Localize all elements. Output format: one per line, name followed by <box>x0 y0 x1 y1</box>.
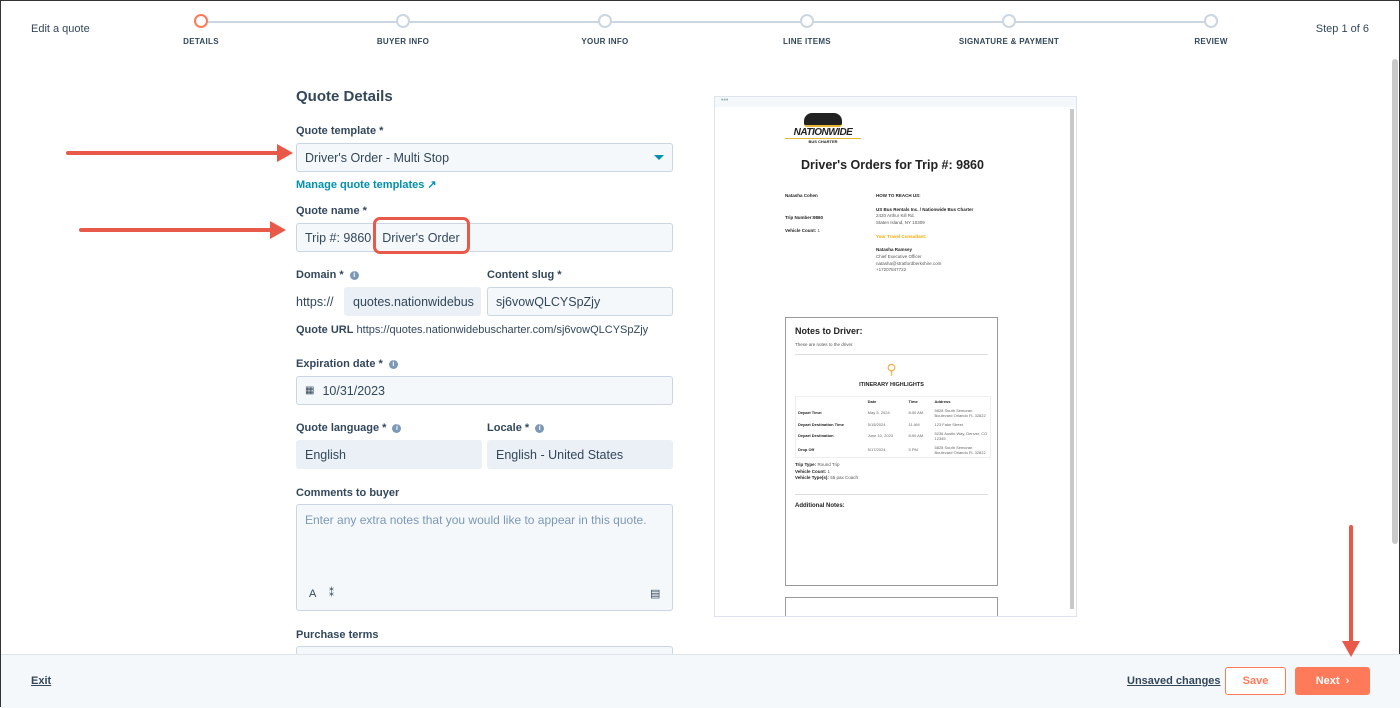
manage-templates-link[interactable]: Manage quote templates ↗ <box>296 178 437 191</box>
next-label: Next <box>1315 675 1340 687</box>
step-dot-icon <box>1002 14 1016 28</box>
table-row: Drop Off 5/17/2024 5 PM 5828 South Semoran … <box>798 444 986 455</box>
table-row: Depart Destination Time 5/15/2024 11 AM 123… <box>798 421 963 427</box>
section-heading: Quote Details <box>296 88 393 105</box>
step-label: REVIEW <box>1194 37 1228 46</box>
notes-heading: Notes to Driver: <box>795 326 863 336</box>
annotation-arrow <box>1349 525 1353 643</box>
step-review[interactable]: REVIEW <box>1141 14 1281 46</box>
quote-name-input[interactable]: Trip #: 9860 Driver's Order <box>296 223 673 252</box>
step-dot-icon <box>1204 14 1218 28</box>
chevron-down-icon <box>654 155 664 160</box>
company-logo: NATIONWIDE BUS CHARTER <box>785 113 861 144</box>
itinerary-table: Date Time Address Depart Time: May 5, 2024 8… <box>795 395 991 458</box>
step-label: LINE ITEMS <box>783 37 831 46</box>
domain-label: Domain * i <box>296 269 359 281</box>
step-your-info[interactable]: YOUR INFO <box>535 14 675 46</box>
quote-preview: ••• NATIONWIDE BUS CHARTER Driver's Orde… <box>714 96 1077 617</box>
step-line-items[interactable]: LINE ITEMS <box>737 14 877 46</box>
map-pin-icon: ⚲ <box>886 360 897 377</box>
step-buyer-info[interactable]: BUYER INFO <box>333 14 473 46</box>
expiration-date-input[interactable]: ▦ 10/31/2023 <box>296 376 673 405</box>
preview-vehicle-count: Vehicle Count: 1 <box>785 228 821 233</box>
step-signature-payment[interactable]: SIGNATURE & PAYMENT <box>939 14 1079 46</box>
notes-to-driver-card: Notes to Driver: These are notes to the … <box>785 317 998 586</box>
unsaved-changes-link[interactable]: Unsaved changes <box>1127 675 1221 687</box>
purchase-terms-label: Purchase terms <box>296 629 379 641</box>
next-button[interactable]: Next › <box>1295 667 1370 695</box>
step-dot-icon <box>396 14 410 28</box>
table-row: Depart Time: May 5, 2024 8:00 AM 5828 South… <box>798 407 986 418</box>
step-details[interactable]: DETAILS <box>131 14 271 46</box>
external-link-icon: ↗ <box>427 179 437 191</box>
comments-label: Comments to buyer <box>296 487 400 499</box>
step-dot-icon <box>194 14 208 28</box>
table-row: Depart Destination June 10, 2023 8:00 AM 52… <box>798 430 988 441</box>
preview-trip-number: Trip Number:9860 <box>785 215 824 220</box>
language-select[interactable]: English <box>296 440 482 469</box>
preview-scrollbar[interactable] <box>1070 109 1074 609</box>
arrow-head-icon <box>270 221 286 239</box>
expiration-label: Expiration date * i <box>296 358 398 370</box>
comments-textarea[interactable]: Enter any extra notes that you would lik… <box>296 504 673 611</box>
page-title: Edit a quote <box>31 23 90 35</box>
text-format-icon[interactable]: A <box>309 588 316 600</box>
trip-summary: Trip Type: Round Trip Vehicle Count: 1 V… <box>795 461 858 481</box>
snippet-icon[interactable]: ▤ <box>650 587 660 600</box>
step-dot-icon <box>598 14 612 28</box>
personalize-icon[interactable]: ⁑ <box>329 588 334 599</box>
info-icon: i <box>392 423 402 433</box>
quote-url: Quote URL https://quotes.nationwidebusch… <box>296 324 649 336</box>
notes-text: These are notes to the driver. <box>795 342 988 355</box>
footer-bar: Exit Unsaved changes Save Next › <box>1 654 1400 708</box>
save-button[interactable]: Save <box>1225 667 1286 695</box>
exp-value: 10/31/2023 <box>322 383 386 398</box>
preview-contact: HOW TO REACH US: US Bus Rentals Inc. / N… <box>876 193 974 273</box>
page-scrollbar[interactable] <box>1392 59 1398 544</box>
step-dot-icon <box>800 14 814 28</box>
annotation-arrow <box>79 228 274 232</box>
quote-name-label: Quote name * <box>296 205 367 217</box>
annotation-arrow <box>66 151 281 155</box>
info-icon: i <box>388 359 398 369</box>
next-card <box>785 597 998 616</box>
locale-select[interactable]: English - United States <box>487 440 673 469</box>
locale-label: Locale * i <box>487 422 545 434</box>
preview-toolbar: ••• <box>715 97 1076 107</box>
exit-link[interactable]: Exit <box>31 675 51 687</box>
itinerary-heading: ITINERARY HIGHLIGHTS <box>859 381 924 388</box>
arrow-head-icon <box>277 144 293 162</box>
calendar-icon: ▦ <box>305 385 315 396</box>
template-value: Driver's Order - Multi Stop <box>305 150 450 165</box>
info-icon: i <box>535 423 545 433</box>
preview-title: Driver's Orders for Trip #: 9860 <box>801 158 984 172</box>
step-label: YOUR INFO <box>581 37 629 46</box>
chevron-right-icon: › <box>1345 675 1350 687</box>
language-label: Quote language * i <box>296 422 402 434</box>
quote-template-select[interactable]: Driver's Order - Multi Stop <box>296 143 673 172</box>
template-label: Quote template * <box>296 125 384 137</box>
step-label: DETAILS <box>183 37 219 46</box>
arrow-head-icon <box>1342 641 1360 657</box>
domain-prefix: https:// <box>296 295 334 309</box>
info-icon: i <box>349 270 359 280</box>
domain-select[interactable]: quotes.nationwidebus <box>344 287 481 316</box>
slug-label: Content slug * <box>487 269 562 281</box>
manage-link-text: Manage quote templates <box>296 179 425 191</box>
annotation-highlight-box <box>373 217 470 254</box>
step-label: BUYER INFO <box>376 37 430 46</box>
step-count: Step 1 of 6 <box>1315 23 1369 35</box>
additional-notes-heading: Additional Notes: <box>795 494 988 509</box>
step-label: SIGNATURE & PAYMENT <box>958 37 1060 46</box>
content-slug-input[interactable]: sj6vowQLCYSpZjy <box>487 287 673 316</box>
preview-customer: Natasha Cohen <box>785 193 818 198</box>
name-prefix: Trip #: 9860 <box>305 230 372 245</box>
